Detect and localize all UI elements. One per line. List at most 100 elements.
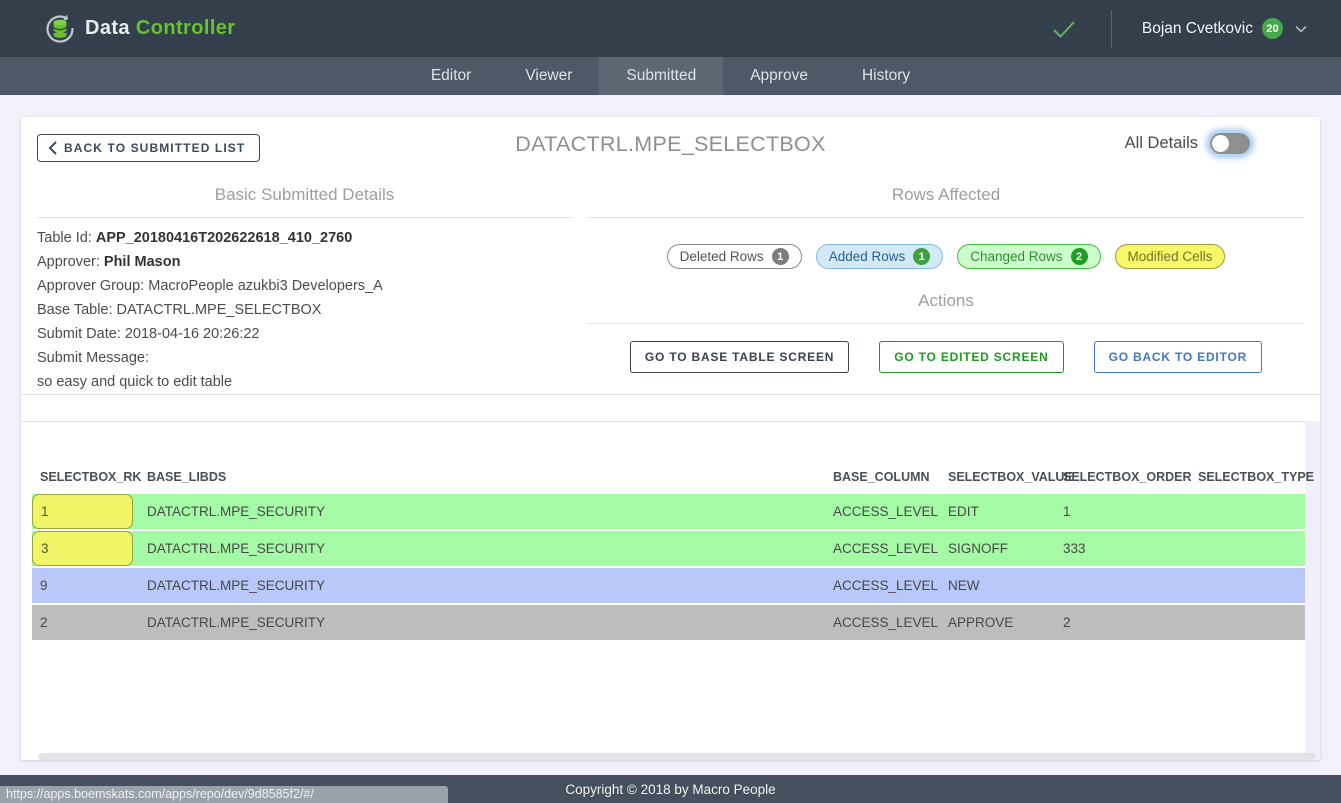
- app-title: Data Controller: [85, 17, 235, 40]
- table-cell: ACCESS_LEVEL: [825, 605, 940, 640]
- table-cell: APPROVE: [940, 605, 1055, 640]
- detail-field-label: Submit Date:: [37, 326, 121, 342]
- section-divider: [37, 217, 572, 218]
- table-cell: 2: [32, 605, 139, 640]
- go-to-edited-screen-button[interactable]: GO TO EDITED SCREEN: [879, 341, 1063, 373]
- go-to-base-table-screen-button[interactable]: GO TO BASE TABLE SCREEN: [630, 341, 849, 373]
- table-cell: 333: [1055, 531, 1190, 566]
- header-divider: [1111, 10, 1112, 48]
- badge-count: 2: [1071, 248, 1088, 265]
- table-cell: [1190, 494, 1305, 529]
- column-header-selectbox_value[interactable]: SELECTBOX_VALUE: [940, 470, 1055, 484]
- added-rows-badge[interactable]: Added Rows 1: [816, 244, 944, 269]
- detail-field-value: MacroPeople azukbi3 Developers_A: [148, 278, 383, 294]
- section-divider: [588, 323, 1304, 324]
- detail-field-label: Approver:: [37, 254, 100, 270]
- table-cell: [1190, 605, 1305, 640]
- detail-field-value: DATACTRL.MPE_SELECTBOX: [117, 302, 322, 318]
- card-divider: [21, 394, 1320, 395]
- table-cell: 3: [32, 531, 139, 566]
- app-logo[interactable]: Data Controller: [44, 13, 235, 45]
- badge-label: Deleted Rows: [680, 249, 764, 264]
- detail-field: so easy and quick to edit table: [37, 370, 572, 394]
- column-header-base_libds[interactable]: BASE_LIBDS: [139, 470, 825, 484]
- detail-field-label: Base Table:: [37, 302, 113, 318]
- modified-rows-badge[interactable]: Modified Cells: [1115, 244, 1226, 269]
- tab-history[interactable]: History: [835, 57, 937, 95]
- table-cell: ACCESS_LEVEL: [825, 531, 940, 566]
- column-header-base_column[interactable]: BASE_COLUMN: [825, 470, 940, 484]
- tab-submitted[interactable]: Submitted: [599, 57, 723, 95]
- detail-field: Submit Date: 2018-04-16 20:26:22: [37, 322, 572, 346]
- table-cell: 1: [1055, 494, 1190, 529]
- badge-count: 1: [772, 248, 789, 265]
- rows-affected-section: Rows Affected Deleted Rows 1 Added Rows 1 Ch…: [588, 177, 1304, 394]
- detail-field: Base Table: DATACTRL.MPE_SELECTBOX: [37, 298, 572, 322]
- modified-cell: 3: [32, 531, 133, 566]
- table-cell: ACCESS_LEVEL: [825, 568, 940, 603]
- badge-label: Modified Cells: [1128, 249, 1213, 264]
- badge-label: Changed Rows: [970, 249, 1062, 264]
- grid-header-row: SELECTBOX_RKBASE_LIBDSBASE_COLUMNSELECTB…: [32, 467, 1305, 487]
- column-header-selectbox_type[interactable]: SELECTBOX_TYPE: [1190, 470, 1305, 484]
- table-cell: ACCESS_LEVEL: [825, 494, 940, 529]
- chevron-down-icon: [1295, 25, 1307, 33]
- badge-count: 1: [913, 248, 930, 265]
- check-icon: [1051, 19, 1077, 39]
- detail-field: Table Id: APP_20180416T202622618_410_276…: [37, 226, 572, 250]
- column-header-selectbox_order[interactable]: SELECTBOX_ORDER: [1055, 470, 1190, 484]
- detail-field: Approver: Phil Mason: [37, 250, 572, 274]
- section-divider: [588, 217, 1304, 218]
- table-row[interactable]: 9DATACTRL.MPE_SECURITYACCESS_LEVELNEW: [32, 568, 1305, 603]
- changed-rows-badge[interactable]: Changed Rows 2: [957, 244, 1100, 269]
- table-cell: 9: [32, 568, 139, 603]
- copyright-text: Copyright © 2018 by Macro People: [565, 782, 775, 797]
- table-row[interactable]: 2DATACTRL.MPE_SECURITYACCESS_LEVELAPPROV…: [32, 605, 1305, 640]
- top-bar: Data Controller Bojan Cvetkovic 20: [0, 0, 1341, 57]
- detail-field-value: Phil Mason: [104, 254, 181, 270]
- badge-label: Added Rows: [829, 249, 906, 264]
- basic-details-heading: Basic Submitted Details: [37, 177, 572, 217]
- user-menu[interactable]: Bojan Cvetkovic 20: [1142, 18, 1307, 39]
- tab-editor[interactable]: Editor: [404, 57, 499, 95]
- table-row[interactable]: 1DATACTRL.MPE_SECURITYACCESS_LEVELEDIT1: [32, 494, 1305, 529]
- table-cell: EDIT: [940, 494, 1055, 529]
- all-details-toggle[interactable]: [1210, 133, 1250, 154]
- detail-field-label: Table Id:: [37, 230, 92, 246]
- user-name: Bojan Cvetkovic: [1142, 20, 1253, 38]
- user-count-badge: 20: [1262, 18, 1283, 39]
- tab-approve[interactable]: Approve: [723, 57, 835, 95]
- table-cell: SIGNOFF: [940, 531, 1055, 566]
- table-cell: 1: [32, 494, 139, 529]
- detail-field-label: Approver Group:: [37, 278, 144, 294]
- database-sync-icon: [44, 13, 76, 45]
- table-row[interactable]: 3DATACTRL.MPE_SECURITYACCESS_LEVELSIGNOF…: [32, 531, 1305, 566]
- column-header-selectbox_rk[interactable]: SELECTBOX_RK: [32, 470, 139, 484]
- detail-field-label: so easy and quick to edit table: [37, 374, 232, 390]
- content-card: BACK TO SUBMITTED LIST DATACTRL.MPE_SELE…: [21, 117, 1320, 760]
- table-cell: [1055, 568, 1190, 603]
- detail-field-value: 2018-04-16 20:26:22: [125, 326, 260, 342]
- actions-heading: Actions: [588, 283, 1304, 323]
- table-cell: DATACTRL.MPE_SECURITY: [139, 605, 825, 640]
- main-nav: EditorViewerSubmittedApproveHistory: [0, 57, 1341, 95]
- deleted-rows-badge[interactable]: Deleted Rows 1: [667, 244, 802, 269]
- tab-viewer[interactable]: Viewer: [498, 57, 599, 95]
- basic-details-section: Basic Submitted Details Table Id: APP_20…: [37, 177, 572, 394]
- table-cell: [1190, 568, 1305, 603]
- table-cell: [1190, 531, 1305, 566]
- table-cell: DATACTRL.MPE_SECURITY: [139, 494, 825, 529]
- table-cell: NEW: [940, 568, 1055, 603]
- toggle-knob: [1212, 135, 1229, 152]
- detail-field: Approver Group: MacroPeople azukbi3 Deve…: [37, 274, 572, 298]
- table-cell: DATACTRL.MPE_SECURITY: [139, 568, 825, 603]
- modified-cell: 1: [32, 494, 133, 529]
- table-cell: DATACTRL.MPE_SECURITY: [139, 531, 825, 566]
- go-back-to-editor-button[interactable]: GO BACK TO EDITOR: [1094, 341, 1263, 373]
- table-cell: 2: [1055, 605, 1190, 640]
- detail-field-value: APP_20180416T202622618_410_2760: [96, 230, 352, 246]
- grid-horizontal-scrollbar[interactable]: [38, 753, 1316, 760]
- browser-status-url: https://apps.boemskats.com/apps/repo/dev…: [0, 786, 448, 803]
- data-grid: SELECTBOX_RKBASE_LIBDSBASE_COLUMNSELECTB…: [21, 421, 1320, 760]
- rows-affected-heading: Rows Affected: [588, 177, 1304, 217]
